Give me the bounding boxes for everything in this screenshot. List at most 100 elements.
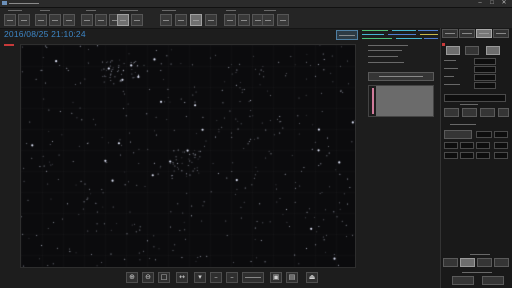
status-line [396,38,422,39]
field-label [444,84,460,85]
save-icon[interactable]: ⏏ [306,272,318,283]
status-line [420,34,438,35]
app-icon [2,1,7,5]
mode-button-active[interactable] [446,46,460,55]
action-button[interactable] [452,276,474,285]
fit-to-window-icon[interactable]: □ [158,272,170,283]
toolbar-group-label [86,10,96,11]
bottom-mode-button[interactable] [477,258,492,267]
status-button[interactable] [336,30,358,40]
status-line [388,34,416,35]
info-line [368,56,398,57]
value-field[interactable] [474,58,496,65]
value-field[interactable] [474,66,496,73]
status-line [362,30,388,31]
toolbar-button[interactable] [4,14,16,26]
toolbar-button-active[interactable] [117,14,129,26]
toolbar-button[interactable] [238,14,250,26]
value-field[interactable] [494,131,508,138]
bottom-mode-button[interactable] [494,258,509,267]
toolbar-button[interactable] [35,14,47,26]
field-label [444,76,454,77]
panel-tab[interactable] [459,29,475,38]
value-field[interactable] [476,131,492,138]
toolbar-button-active[interactable] [190,14,202,26]
panel-tab[interactable] [442,29,458,38]
histogram-options-button[interactable] [368,72,434,81]
status-line [418,30,438,31]
field-label [444,68,458,69]
toolbar-button[interactable] [18,14,30,26]
option-button[interactable] [480,108,495,117]
toolbar-group-label [120,10,138,11]
zoom-in-icon[interactable]: ⊕ [126,272,138,283]
toolbar-button[interactable] [160,14,172,26]
field-label [444,60,456,61]
value-field[interactable] [476,152,490,159]
value-field[interactable] [474,82,496,89]
minimize-icon[interactable]: – [474,0,486,7]
status-line [424,38,438,39]
value-field[interactable] [444,152,458,159]
image-icon[interactable]: ▣ [270,272,282,283]
mode-button[interactable] [465,46,479,55]
toolbar-button[interactable] [131,14,143,26]
histogram-range [376,86,433,116]
flip-icon[interactable]: ↔ [176,272,188,283]
info-line [368,62,404,63]
maximize-icon[interactable]: □ [486,0,498,7]
toolbar-group-label [162,10,176,11]
toolbar-button[interactable] [63,14,75,26]
sky-image[interactable] [21,45,355,267]
viewer-option-button[interactable] [242,272,264,283]
record-indicator [442,43,445,46]
histogram-peak [372,88,374,114]
action-button[interactable] [482,276,504,285]
section-label [462,272,492,273]
close-icon[interactable]: ✕ [498,0,510,7]
info-line [368,50,402,51]
section-label [450,124,476,125]
option-button[interactable] [462,108,477,117]
option-button[interactable] [444,108,459,117]
status-readout [360,28,440,42]
capture-datetime: 2016/08/25 21:10:24 [4,29,86,39]
status-line [392,30,416,31]
histogram[interactable] [368,85,434,117]
toolbar-button[interactable] [175,14,187,26]
minus-icon[interactable]: – [210,272,222,283]
panel-tab[interactable] [493,29,509,38]
status-line [362,34,384,35]
option-button[interactable] [498,108,509,117]
document-icon[interactable]: ▤ [286,272,298,283]
value-field[interactable] [460,152,474,159]
toolbar-button[interactable] [95,14,107,26]
dropdown-icon[interactable]: ▾ [194,272,206,283]
value-field[interactable] [476,142,490,149]
toolbar-button[interactable] [224,14,236,26]
section-label [460,104,478,105]
value-field[interactable] [494,142,508,149]
zoom-out-icon[interactable]: ⊖ [142,272,154,283]
value-field[interactable] [494,152,508,159]
toolbar-button[interactable] [205,14,217,26]
value-field[interactable] [474,74,496,81]
minus-icon[interactable]: – [226,272,238,283]
toolbar-button[interactable] [49,14,61,26]
option-button[interactable] [444,130,472,139]
warning-label [4,44,14,46]
section-label [470,254,490,255]
mode-button-active[interactable] [486,46,500,55]
toolbar-button[interactable] [262,14,274,26]
bottom-mode-button[interactable] [443,258,458,267]
sky-image-viewer[interactable] [20,44,356,268]
bottom-mode-button-active[interactable] [460,258,475,267]
toolbar-group-label [8,10,22,11]
value-field[interactable] [460,142,474,149]
status-line [362,38,392,39]
panel-tab-active[interactable] [476,29,492,38]
preset-dropdown[interactable] [444,94,506,102]
toolbar-button[interactable] [277,14,289,26]
value-field[interactable] [444,142,458,149]
toolbar-button[interactable] [81,14,93,26]
